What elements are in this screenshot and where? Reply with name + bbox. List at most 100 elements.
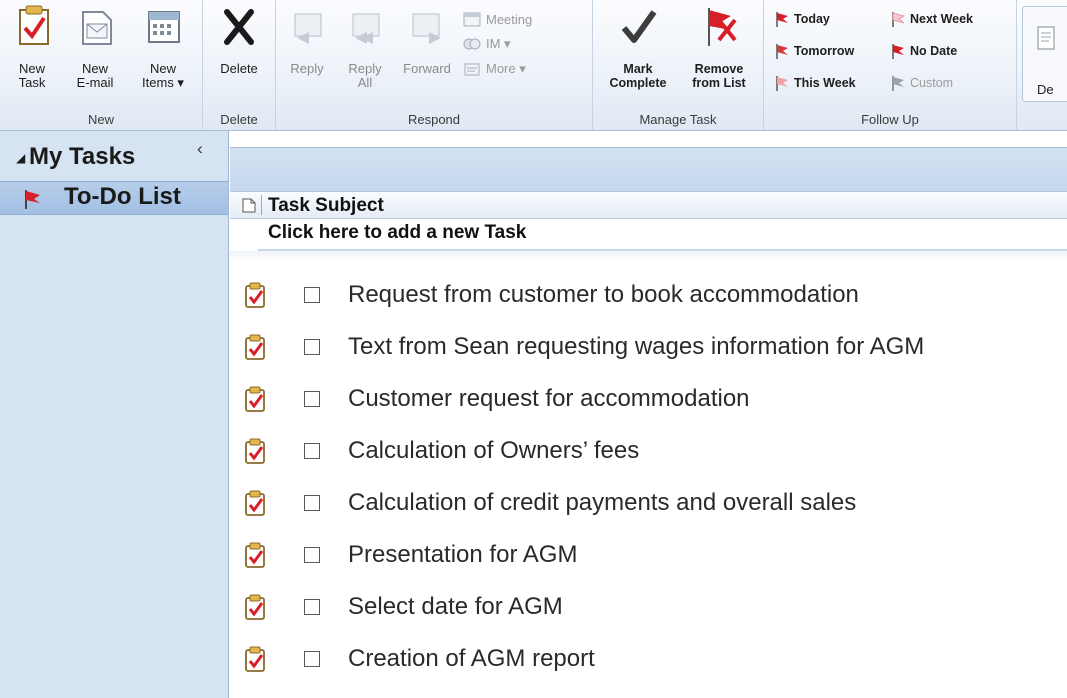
new-email-label: New E-mail (76, 61, 114, 90)
followup-no-date-button[interactable]: No Date (890, 40, 957, 62)
task-clipboard-icon (245, 334, 265, 360)
group-label-follow-up: Follow Up (861, 112, 919, 127)
task-subject[interactable]: Select date for AGM (348, 593, 563, 621)
task-row[interactable]: Select date for AGM (230, 583, 1067, 631)
task-subject[interactable]: Customer request for accommodation (348, 385, 750, 413)
task-row[interactable]: Request from customer to book accommodat… (230, 271, 1067, 319)
column-header-task-subject[interactable]: Task Subject (230, 191, 1067, 219)
followup-custom-button[interactable]: Custom (890, 72, 953, 94)
ribbon-group-manage-task: Mark Complete Remove from List Manage Ta… (593, 0, 764, 130)
task-row[interactable]: Calculation of Owners’ fees (230, 427, 1067, 475)
ribbon-group-new: New Task New E-mail New Items ▾ New (0, 0, 203, 130)
mark-complete-button[interactable]: Mark Complete (599, 2, 677, 112)
task-icon-wrap (243, 333, 269, 366)
my-tasks-label: My Tasks (29, 143, 136, 170)
ribbon-group-respond: Reply Reply All Forward Meeting IM ▾ Mor… (276, 0, 593, 130)
new-task-icon (19, 5, 49, 45)
mark-complete-label: Mark Complete (609, 62, 667, 90)
new-email-icon (82, 11, 112, 45)
task-row[interactable]: Customer request for accommodation (230, 375, 1067, 423)
my-tasks-header[interactable]: ◢ My Tasks ‹ (0, 139, 228, 175)
new-task-label: New Task (18, 61, 46, 90)
reply-button[interactable]: Reply (280, 2, 334, 112)
collapse-pane-icon[interactable]: ‹ (197, 139, 203, 159)
followup-this-week-button[interactable]: This Week (774, 72, 856, 94)
task-complete-checkbox[interactable] (304, 651, 320, 667)
new-task-prompt[interactable]: Click here to add a new Task (268, 222, 526, 244)
followup-next-week-button[interactable]: Next Week (890, 8, 973, 30)
document-icon (242, 198, 256, 213)
task-icon-wrap (243, 541, 269, 574)
followup-next-week-label: Next Week (910, 12, 973, 26)
reply-all-label: Reply All (348, 61, 382, 90)
reply-label: Reply (290, 61, 324, 76)
task-row[interactable]: Presentation for AGM (230, 531, 1067, 579)
remove-from-list-button[interactable]: Remove from List (681, 2, 757, 112)
new-task-button[interactable]: New Task (2, 2, 62, 112)
pink-flag-icon (776, 76, 788, 91)
gray-flag-icon (892, 76, 904, 91)
followup-custom-label: Custom (910, 76, 954, 90)
followup-tomorrow-button[interactable]: Tomorrow (774, 40, 854, 62)
task-icon-wrap (243, 593, 269, 626)
task-complete-checkbox[interactable] (304, 495, 320, 511)
new-items-button[interactable]: New Items ▾ (130, 2, 196, 112)
delete-x-icon (224, 9, 254, 45)
task-clipboard-icon (245, 542, 265, 568)
new-task-input-row[interactable]: Click here to add a new Task (258, 219, 1067, 251)
more-button[interactable]: More ▾ (462, 58, 526, 80)
forward-button[interactable]: Forward (396, 2, 458, 112)
task-complete-checkbox[interactable] (304, 599, 320, 615)
checkmark-icon (621, 10, 657, 43)
meeting-button[interactable]: Meeting (462, 8, 532, 30)
im-button[interactable]: IM ▾ (462, 33, 511, 55)
more-label: More ▾ (486, 61, 526, 76)
task-subject[interactable]: Creation of AGM report (348, 645, 595, 673)
expand-triangle-icon[interactable]: ◢ (16, 151, 25, 165)
task-row[interactable]: Creation of AGM report (230, 635, 1067, 683)
task-row[interactable]: Calculation of credit payments and overa… (230, 479, 1067, 527)
details-icon (1037, 26, 1055, 50)
details-button[interactable]: De (1022, 6, 1067, 102)
task-icon-wrap (243, 385, 269, 418)
meeting-label: Meeting (486, 11, 533, 27)
task-subject[interactable]: Calculation of Owners’ fees (348, 437, 639, 465)
reply-all-button[interactable]: Reply All (338, 2, 392, 112)
task-clipboard-icon (245, 438, 265, 464)
followup-today-label: Today (794, 12, 830, 26)
group-label-manage-task: Manage Task (639, 112, 717, 127)
forward-icon (412, 13, 441, 44)
red-flag-icon (776, 12, 788, 27)
group-label-new: New (87, 112, 114, 127)
task-complete-checkbox[interactable] (304, 391, 320, 407)
task-complete-checkbox[interactable] (304, 547, 320, 563)
task-complete-checkbox[interactable] (304, 443, 320, 459)
group-label-delete: Delete (220, 112, 258, 127)
task-subject[interactable]: Request from customer to book accommodat… (348, 281, 859, 309)
task-icon-wrap (243, 281, 269, 314)
delete-button[interactable]: Delete (207, 2, 271, 112)
followup-today-button[interactable]: Today (774, 8, 830, 30)
task-subject[interactable]: Presentation for AGM (348, 541, 577, 569)
new-email-button[interactable]: New E-mail (66, 2, 124, 112)
task-row[interactable]: Text from Sean requesting wages informat… (230, 323, 1067, 371)
task-list-pane: Task Subject Click here to add a new Tas… (230, 131, 1067, 698)
task-complete-checkbox[interactable] (304, 339, 320, 355)
delete-label: Delete (220, 61, 258, 76)
task-icon-wrap (243, 489, 269, 522)
red-flag-icon (892, 44, 904, 59)
red-flag-icon (776, 44, 788, 59)
task-icon-wrap (243, 437, 269, 470)
forward-label: Forward (403, 61, 451, 76)
pink-flag-icon (892, 12, 906, 27)
task-complete-checkbox[interactable] (304, 287, 320, 303)
details-label: De (1037, 82, 1054, 97)
task-subject[interactable]: Text from Sean requesting wages informat… (348, 333, 924, 361)
ribbon-group-delete: Delete Delete (203, 0, 276, 130)
nav-item-to-do-list[interactable]: To-Do List (0, 181, 228, 215)
task-clipboard-icon (245, 490, 265, 516)
task-subject[interactable]: Calculation of credit payments and overa… (348, 489, 856, 517)
task-subject-header: Task Subject (268, 195, 384, 216)
navigation-pane: ◢ My Tasks ‹ To-Do List (0, 131, 229, 698)
ribbon-group-follow-up: Today Tomorrow This Week Next Week No Da… (764, 0, 1017, 130)
